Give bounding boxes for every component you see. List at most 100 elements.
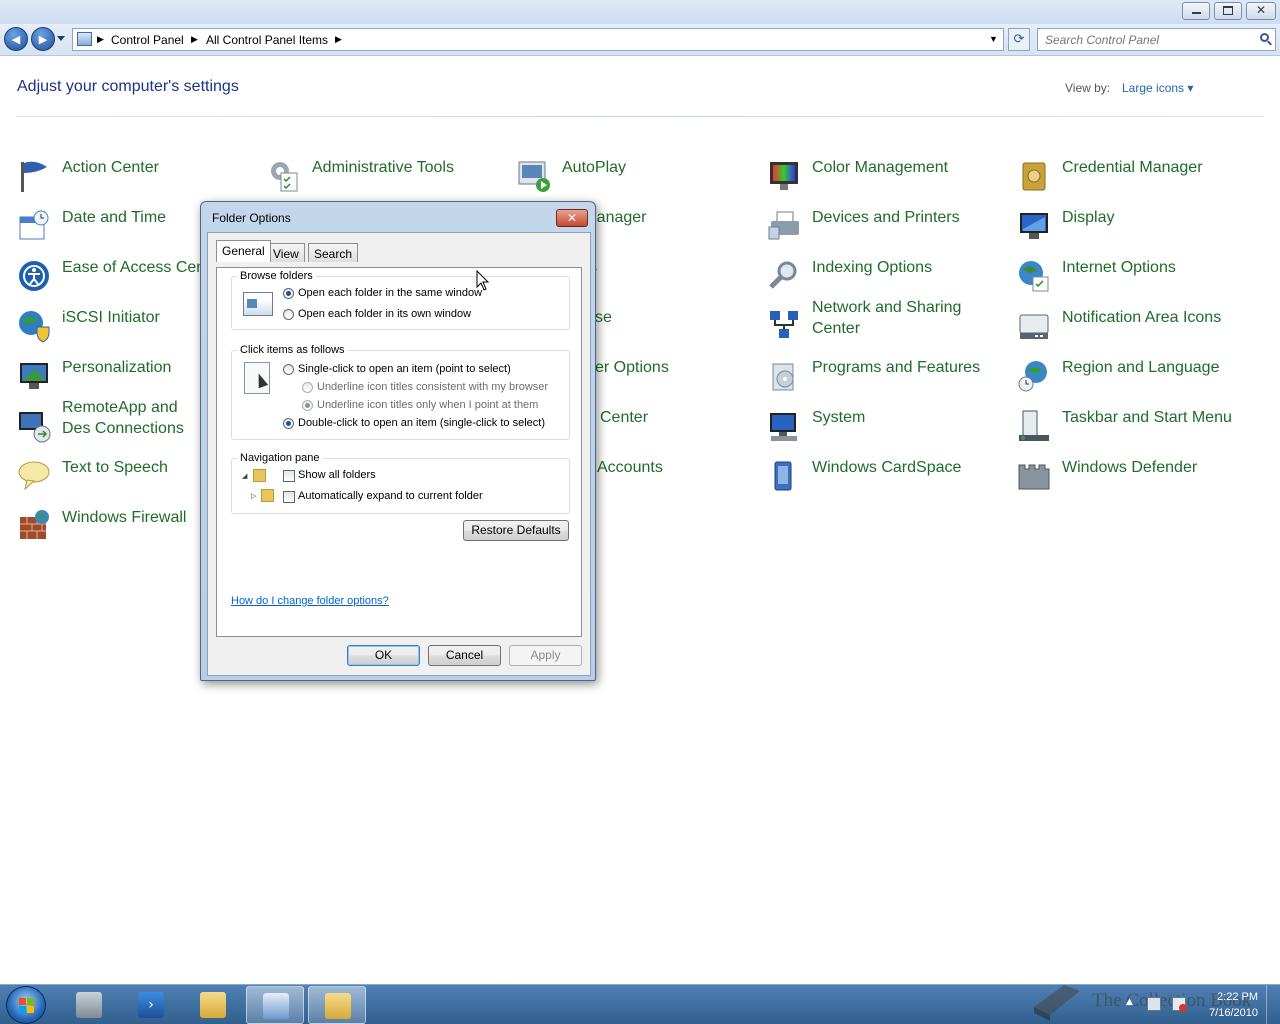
- book-logo-icon: [1034, 985, 1080, 1021]
- breadcrumb-separator-icon: ▶: [335, 34, 342, 44]
- search-placeholder: Search Control Panel: [1045, 33, 1160, 47]
- network-tray-icon[interactable]: [1147, 997, 1161, 1011]
- tab-general[interactable]: General: [216, 240, 271, 262]
- restore-button[interactable]: [1214, 2, 1242, 20]
- minimize-button[interactable]: [1182, 2, 1210, 20]
- firewall-icon: [17, 509, 51, 543]
- navigation-bar: ◀ ▶ ▶ Control Panel ▶ All Control Panel …: [0, 24, 1280, 56]
- radio-own-window[interactable]: [283, 309, 294, 320]
- close-button[interactable]: ✕: [1246, 2, 1276, 20]
- forward-button[interactable]: ▶: [31, 27, 55, 51]
- dialog-close-button[interactable]: ✕: [556, 209, 588, 227]
- tree-collapsed-icon: ▷: [251, 492, 257, 500]
- gear-checklist-icon: [267, 159, 301, 193]
- item-label: Credential Manager: [1062, 159, 1203, 176]
- option-single-click[interactable]: Single-click to open an item (point to s…: [298, 363, 511, 375]
- cardspace-icon: [767, 459, 801, 493]
- taskbar-server-manager[interactable]: [60, 986, 118, 1024]
- pointer-click-icon: [244, 362, 270, 394]
- close-icon: ✕: [1256, 3, 1267, 17]
- option-underline-browser[interactable]: Underline icon titles consistent with my…: [317, 381, 548, 393]
- taskbar-explorer[interactable]: [184, 986, 242, 1024]
- item-label: Indexing Options: [812, 259, 933, 276]
- calendar-icon: [17, 209, 51, 243]
- item-label: Region and Language: [1062, 359, 1220, 376]
- radio-double-click[interactable]: [283, 418, 294, 429]
- show-desktop-button[interactable]: [1266, 985, 1280, 1024]
- system-icon: [767, 409, 801, 443]
- checkbox-show-all-folders[interactable]: [283, 470, 295, 482]
- cancel-button[interactable]: Cancel: [428, 645, 501, 666]
- option-same-window[interactable]: Open each folder in the same window: [298, 287, 482, 299]
- ok-button[interactable]: OK: [347, 645, 420, 666]
- speech-bubble-icon: [17, 459, 51, 493]
- taskbar-powershell[interactable]: ›: [122, 986, 180, 1024]
- help-link[interactable]: How do I change folder options?: [231, 595, 389, 607]
- item-label: Windows Defender: [1062, 459, 1198, 476]
- show-hidden-icons-icon[interactable]: ▲: [1126, 997, 1133, 1007]
- browse-folders-group: [231, 276, 570, 330]
- taskbar-folder-options[interactable]: [308, 986, 366, 1024]
- option-auto-expand[interactable]: Automatically expand to current folder: [298, 490, 483, 502]
- explorer-folder-icon: [200, 992, 226, 1018]
- volume-muted-icon[interactable]: [1172, 997, 1187, 1012]
- radio-underline-point[interactable]: [302, 400, 313, 411]
- address-bar[interactable]: ▶ Control Panel ▶ All Control Panel Item…: [72, 28, 1004, 51]
- item-label: Internet Options: [1062, 259, 1176, 276]
- option-double-click[interactable]: Double-click to open an item (single-cli…: [298, 417, 545, 429]
- item-label: Personalization: [62, 359, 172, 376]
- search-input[interactable]: Search Control Panel: [1037, 28, 1276, 51]
- option-show-all-folders[interactable]: Show all folders: [298, 469, 376, 481]
- globe-check-icon: [1017, 259, 1051, 293]
- refresh-button[interactable]: ⟳: [1008, 28, 1030, 51]
- header-divider: [16, 116, 1264, 117]
- item-label: Center: [600, 409, 649, 426]
- taskbar-control-panel[interactable]: [246, 986, 304, 1024]
- radio-underline-browser[interactable]: [302, 382, 313, 393]
- option-underline-point[interactable]: Underline icon titles only when I point …: [317, 399, 538, 411]
- tab-view[interactable]: View: [267, 243, 305, 262]
- minimize-icon: [1192, 12, 1201, 14]
- search-icon-handle: [1267, 40, 1272, 46]
- notification-tray-icon: [1017, 309, 1051, 343]
- back-button[interactable]: ◀: [4, 27, 28, 51]
- color-monitor-icon: [767, 159, 801, 193]
- system-clock[interactable]: 2:22 PM 7/16/2010: [1200, 989, 1258, 1021]
- programs-icon: [767, 359, 801, 393]
- checkbox-auto-expand[interactable]: [283, 491, 295, 503]
- restore-defaults-button[interactable]: Restore Defaults: [463, 520, 569, 541]
- browse-folders-legend: Browse folders: [237, 270, 316, 282]
- forward-arrow-icon: ▶: [38, 33, 48, 46]
- radio-same-window[interactable]: [283, 288, 294, 299]
- item-label: Windows CardSpace: [812, 459, 962, 476]
- close-icon: ✕: [566, 211, 578, 225]
- item-label: Programs and Features: [812, 359, 981, 376]
- clock-time: 2:22 PM: [1217, 991, 1258, 1003]
- item-label: Notification Area Icons: [1062, 309, 1222, 326]
- view-by-dropdown[interactable]: Large icons ▾: [1122, 81, 1193, 95]
- refresh-icon: ⟳: [1013, 32, 1025, 47]
- control-panel-icon: [263, 993, 289, 1019]
- tab-search[interactable]: Search: [308, 243, 359, 262]
- title-bar: ✕: [0, 0, 1280, 24]
- apply-button[interactable]: Apply: [509, 645, 582, 666]
- radio-single-click[interactable]: [283, 364, 294, 375]
- control-panel-window: ✕ ◀ ▶ ▶ Control Panel ▶ All Control Pane…: [0, 0, 1280, 984]
- option-own-window[interactable]: Open each folder in its own window: [298, 308, 471, 320]
- control-panel-icon: [77, 32, 92, 46]
- breadcrumb-all-items[interactable]: All Control Panel Items: [206, 33, 328, 47]
- dialog-title: Folder Options: [212, 211, 291, 225]
- recent-pages-dropdown[interactable]: [57, 36, 65, 41]
- breadcrumb-control-panel[interactable]: Control Panel: [111, 33, 184, 47]
- start-button[interactable]: [6, 986, 46, 1024]
- address-dropdown-icon[interactable]: ▼: [989, 34, 998, 44]
- restore-icon: [1223, 6, 1233, 15]
- item-label: AutoPlay: [562, 159, 627, 176]
- server-manager-icon: [76, 992, 102, 1018]
- navigation-pane-group: [231, 458, 570, 514]
- magnifier-icon: [767, 259, 801, 293]
- item-label: iSCSI Initiator: [62, 309, 160, 326]
- taskbar-icon: [1017, 409, 1051, 443]
- folder-icon: [253, 469, 266, 482]
- item-label: Windows Firewall: [62, 509, 187, 526]
